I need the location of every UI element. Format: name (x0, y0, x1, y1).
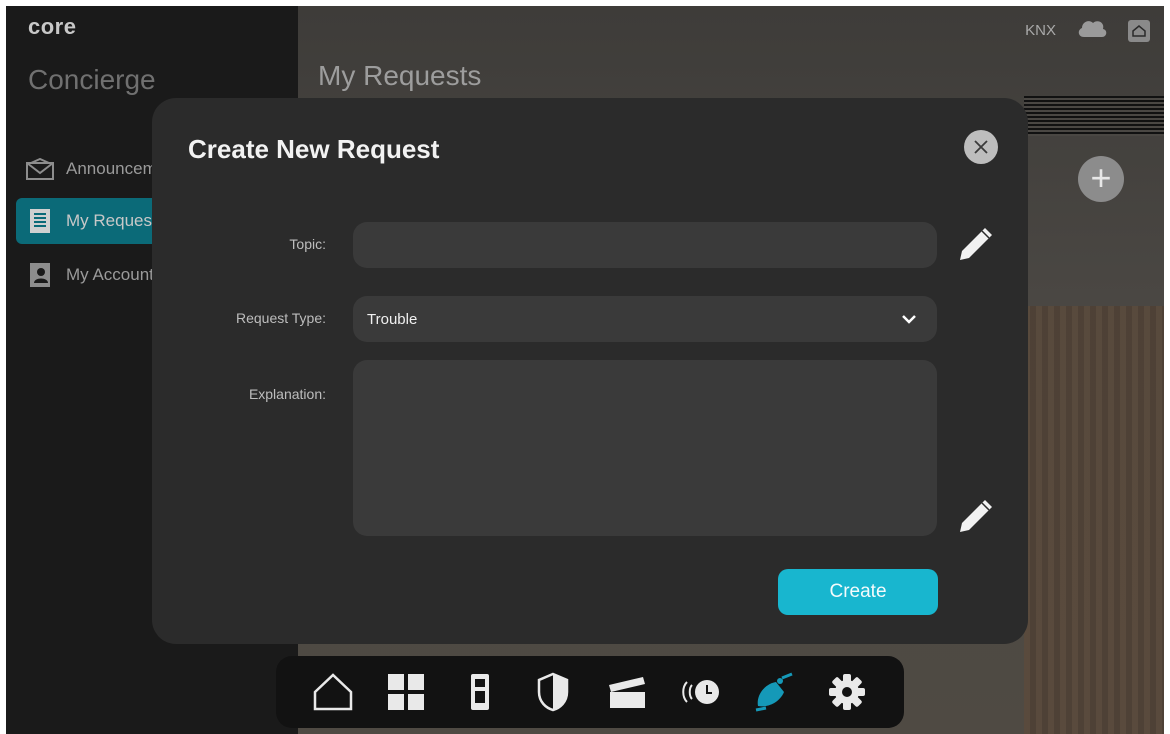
close-button[interactable] (964, 130, 998, 164)
create-button[interactable]: Create (778, 569, 938, 615)
cloud-icon[interactable] (1076, 18, 1108, 43)
list-icon (26, 209, 54, 233)
dialog-title: Create New Request (188, 134, 440, 164)
close-icon (974, 140, 988, 154)
decor-vent (1024, 96, 1164, 136)
shield-icon[interactable] (529, 668, 577, 716)
pencil-icon (960, 500, 992, 532)
concierge-bell-icon[interactable] (750, 668, 798, 716)
home-icon[interactable] (309, 668, 357, 716)
bottom-nav (276, 656, 904, 728)
request-type-value: Trouble (367, 310, 418, 328)
status-bar: KNX (1025, 18, 1150, 43)
sidebar-item-label: My Account (66, 265, 154, 284)
decor-wood-panel (1024, 306, 1164, 734)
pencil-icon (960, 228, 992, 260)
create-request-dialog: Create New Request Topic: Request Type: … (152, 98, 1028, 644)
gear-icon[interactable] (823, 668, 871, 716)
page-title: My Requests (318, 60, 482, 91)
app-window: core Concierge Announcements My Requests… (6, 6, 1164, 734)
contact-card-icon (26, 263, 54, 287)
topic-input[interactable] (353, 222, 937, 268)
envelope-icon (26, 157, 54, 181)
add-request-button[interactable]: + (1078, 156, 1124, 202)
schedule-icon[interactable] (676, 668, 724, 716)
clapper-icon[interactable] (603, 668, 651, 716)
explanation-edit-button[interactable] (954, 494, 998, 538)
app-logo: core (28, 14, 77, 39)
topic-label: Topic: (289, 236, 326, 252)
explanation-label: Explanation: (248, 386, 326, 402)
intercom-icon[interactable] (456, 668, 504, 716)
topic-edit-button[interactable] (954, 222, 998, 266)
sidebar-title: Concierge (28, 64, 156, 95)
grid-icon[interactable] (382, 668, 430, 716)
request-type-select[interactable]: Trouble (353, 296, 937, 342)
home-status-icon[interactable] (1128, 19, 1150, 42)
request-type-label: Request Type: (235, 310, 326, 326)
sidebar-item-label: My Requests (66, 211, 166, 230)
chevron-down-icon (902, 315, 916, 324)
explanation-textarea[interactable] (353, 360, 937, 536)
knx-status: KNX (1025, 22, 1056, 39)
